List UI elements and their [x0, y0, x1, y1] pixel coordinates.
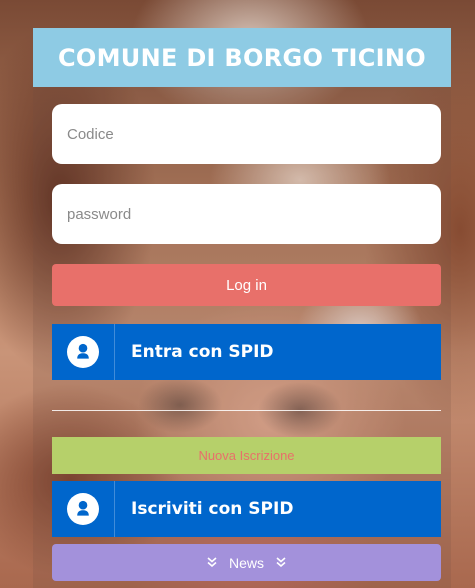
user-circle-icon [52, 324, 115, 380]
new-registration-button[interactable]: Nuova Iscrizione [52, 437, 441, 474]
code-input[interactable] [52, 104, 441, 164]
double-chevron-down-icon [276, 556, 286, 569]
double-chevron-down-icon [207, 556, 217, 569]
spid-login-button[interactable]: Entra con SPID [52, 324, 441, 380]
news-label: News [228, 554, 264, 571]
divider [52, 410, 441, 411]
header-bar: COMUNE DI BORGO TICINO [33, 28, 451, 87]
spid-register-button[interactable]: Iscriviti con SPID [52, 481, 441, 537]
login-button-label: Log in [226, 276, 267, 294]
password-input[interactable] [52, 184, 441, 244]
news-button[interactable]: News [52, 544, 441, 581]
user-circle-icon [52, 481, 115, 537]
spid-login-label: Entra con SPID [131, 342, 274, 362]
new-registration-label: Nuova Iscrizione [198, 448, 295, 463]
login-button[interactable]: Log in [52, 264, 441, 306]
spid-register-label: Iscriviti con SPID [131, 499, 294, 519]
page-title: COMUNE DI BORGO TICINO [58, 43, 426, 72]
